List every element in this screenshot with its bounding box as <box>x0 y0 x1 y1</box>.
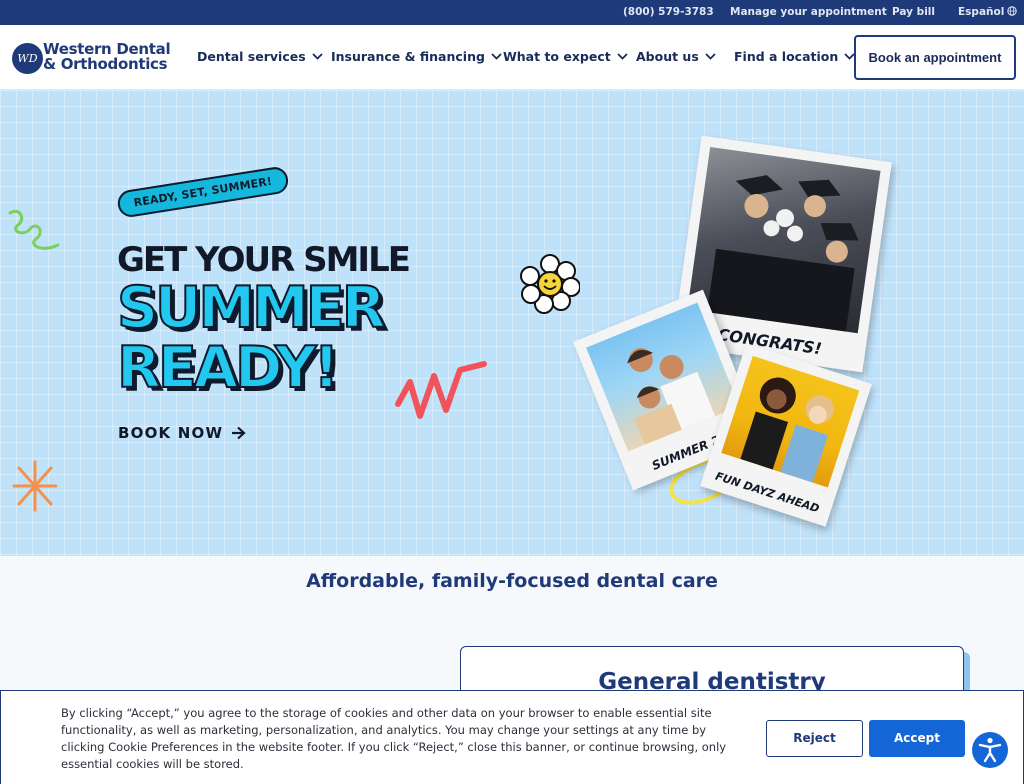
nav-label: Insurance & financing <box>331 49 485 64</box>
family-illustration <box>627 348 716 445</box>
nav-label: About us <box>636 49 699 64</box>
accessibility-button[interactable] <box>972 732 1008 768</box>
logo[interactable]: WD Western Dental & Orthodontics <box>12 41 172 75</box>
pay-bill-link[interactable]: Pay bill <box>892 6 935 18</box>
nav-label: What to expect <box>503 49 611 64</box>
book-now-link[interactable]: BOOK NOW <box>118 424 246 442</box>
summer-tag: READY, SET, SUMMER! <box>115 165 290 219</box>
squiggle-decoration <box>8 210 60 250</box>
book-appointment-button[interactable]: Book an appointment <box>854 35 1016 80</box>
smiley-flower-icon <box>520 254 580 314</box>
graduation-illustration <box>707 175 859 332</box>
family-image <box>586 302 740 452</box>
manage-appointment-link[interactable]: Manage your appointment <box>730 6 887 18</box>
nav-dental-services[interactable]: Dental services <box>197 49 323 64</box>
logo-mark: WD <box>12 43 43 74</box>
zigzag-decoration <box>395 361 487 419</box>
hero-headline-line-1: GET YOUR SMILE <box>117 240 411 280</box>
nav-what-to-expect[interactable]: What to expect <box>503 49 628 64</box>
chevron-down-icon <box>705 53 716 60</box>
accessibility-icon <box>978 737 1002 763</box>
utility-bar: (800) 579-3783 Manage your appointment P… <box>0 0 1024 25</box>
logo-line-2: & Orthodontics <box>43 55 168 73</box>
hero-headline-line-2: SUMMER <box>116 275 387 341</box>
phone-link[interactable]: (800) 579-3783 <box>623 6 714 18</box>
book-now-label: BOOK NOW <box>118 424 224 442</box>
starburst-decoration <box>12 460 58 512</box>
friends-illustration <box>740 377 834 483</box>
arrow-right-icon <box>232 426 246 440</box>
hero-headline-line-3: READY! <box>116 335 340 401</box>
reject-button[interactable]: Reject <box>766 720 863 757</box>
language-link[interactable]: Español <box>958 6 1018 18</box>
chevron-down-icon <box>312 53 323 60</box>
graduation-image <box>687 146 881 334</box>
hero-banner: READY, SET, SUMMER! GET YOUR SMILE SUMME… <box>0 90 1024 556</box>
chevron-down-icon <box>491 53 502 60</box>
section-title: Affordable, family-focused dental care <box>306 570 718 592</box>
nav-label: Find a location <box>734 49 839 64</box>
friends-image <box>721 355 860 488</box>
cookie-text: By clicking “Accept,” you agree to the s… <box>61 706 727 771</box>
cookie-banner: By clicking “Accept,” you agree to the s… <box>0 690 1024 784</box>
nav-label: Dental services <box>197 49 306 64</box>
nav-about-us[interactable]: About us <box>636 49 716 64</box>
accept-button[interactable]: Accept <box>869 720 965 757</box>
nav-insurance-financing[interactable]: Insurance & financing <box>331 49 502 64</box>
logo-text: Western Dental & Orthodontics <box>43 42 171 73</box>
chevron-down-icon <box>617 53 628 60</box>
globe-icon <box>1007 6 1018 16</box>
nav-find-location[interactable]: Find a location <box>734 49 855 64</box>
language-label: Español <box>958 6 1005 18</box>
main-nav: WD Western Dental & Orthodontics Dental … <box>0 25 1024 90</box>
